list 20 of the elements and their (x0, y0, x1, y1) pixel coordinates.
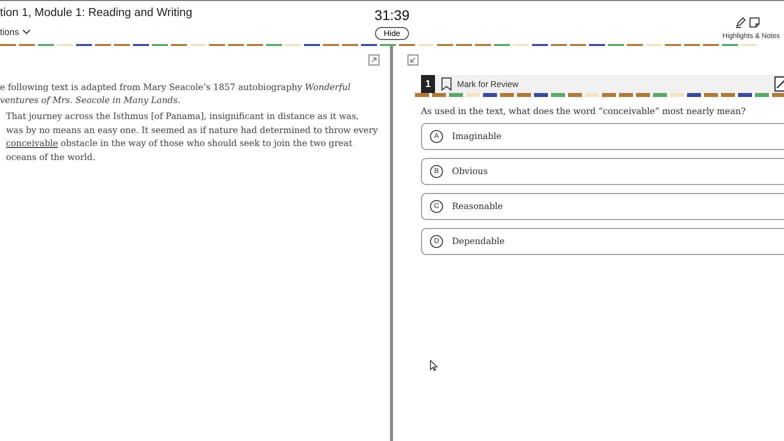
mark-for-review-button[interactable]: Mark for Review (441, 77, 518, 91)
choice-text: Obvious (452, 166, 488, 176)
choice-text: Imaginable (452, 132, 502, 142)
expand-icon[interactable] (368, 54, 380, 66)
timer: 31:39 (374, 7, 410, 23)
passage-intro: ventures of Mrs. Seacole in Many Lands. (0, 95, 182, 108)
note-icon[interactable] (748, 17, 760, 28)
passage-text: That journey across the Isthmus [of Panama], insignificant in distance as it was, was by no means an easy one. It seemed as if nature had determined to throw every conceivable obstacle in the way of those who should seek to join the two great oceans of the world. (6, 111, 378, 164)
directions-menu[interactable]: tions (0, 27, 32, 37)
choice-text: Reasonable (452, 202, 503, 212)
hide-button[interactable]: Hide (374, 27, 410, 40)
cursor-icon (430, 360, 438, 371)
chevron-icon (22, 29, 32, 35)
choice-text: Dependable (452, 236, 505, 246)
expand-icon[interactable] (407, 54, 419, 66)
section-title: tion 1, Module 1: Reading and Writing (0, 7, 194, 19)
question-number: 1 (421, 75, 435, 93)
passage-intro: e following text is adapted from Mary Seacole’s 1857 autobiography Wonderful (0, 82, 352, 95)
question-prompt: As used in the text, what does the word “conceivable” most nearly mean? (421, 107, 747, 117)
pen-icon[interactable] (734, 17, 746, 28)
